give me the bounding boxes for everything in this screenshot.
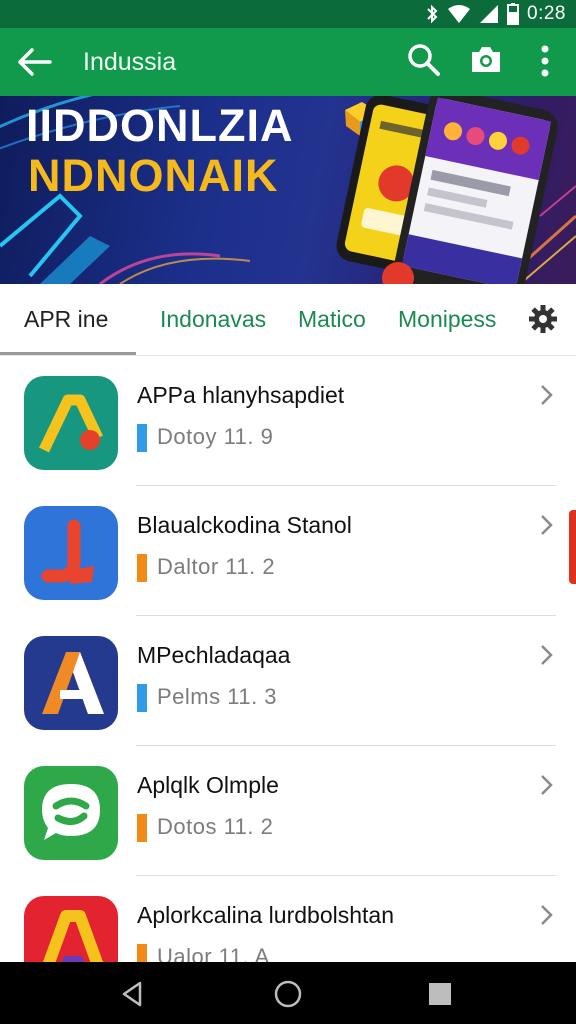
app-name: MPechladaqaa <box>137 642 291 668</box>
app-title: Indussia <box>83 48 177 76</box>
more-vert-icon <box>541 45 549 77</box>
status-time: 0:28 <box>527 3 566 24</box>
app-bar: Indussia <box>0 28 576 96</box>
category-tab-bar: APR ine Indonavas Matico Monipess <box>0 284 576 356</box>
version-marker <box>137 554 147 582</box>
app-meta: Dotoy 11. 9 <box>157 424 274 449</box>
status-icons: 0:28 <box>425 3 566 25</box>
edge-scroll-tab[interactable] <box>569 510 576 584</box>
camera-icon <box>472 47 500 72</box>
a-logo-teal-icon <box>24 376 118 470</box>
wifi-icon <box>448 5 471 23</box>
app-meta: Pelms 11. 3 <box>157 684 278 709</box>
app-meta: Daltor 11. 2 <box>157 554 276 579</box>
promo-banner[interactable]: IIDDONLZIA NDNONAIK <box>0 96 576 284</box>
search-button[interactable] <box>406 42 442 78</box>
app-list-item[interactable]: Blaualckodina Stanol Daltor 11. 2 <box>0 486 576 616</box>
tab-monipess[interactable]: Monipess <box>398 306 496 333</box>
a-logo-navy-icon <box>24 636 118 730</box>
tab-apr[interactable]: APR ine <box>24 306 108 333</box>
app-name: Aplqlk Olmple <box>137 772 279 798</box>
chevron-right-icon <box>541 385 553 405</box>
j-logo-blue-icon <box>24 506 118 600</box>
app-list-item[interactable]: APPa hlanyhsapdiet Dotoy 11. 9 <box>0 356 576 486</box>
camera-button[interactable] <box>468 42 504 78</box>
bluetooth-icon <box>427 4 438 24</box>
app-name: Aplorkcalina lurdbolshtan <box>137 902 394 928</box>
more-options-button[interactable] <box>532 42 558 80</box>
gear-icon <box>529 305 557 333</box>
nav-recents-icon[interactable] <box>428 982 452 1006</box>
banner-heading-line1: IIDDONLZIA <box>26 100 294 151</box>
app-list-item[interactable]: Aplqlk Olmple Dotos 11. 2 <box>0 746 576 876</box>
battery-icon <box>507 3 520 25</box>
nav-home-icon[interactable] <box>273 979 303 1009</box>
chevron-right-icon <box>541 645 553 665</box>
chevron-right-icon <box>541 515 553 535</box>
app-name: APPa hlanyhsapdiet <box>137 382 345 408</box>
signal-icon <box>480 5 499 23</box>
status-bar: 0:28 <box>0 0 576 28</box>
banner-heading-line2: NDNONAIK <box>28 150 279 201</box>
chevron-right-icon <box>541 775 553 795</box>
chat-logo-green-icon <box>24 766 118 860</box>
tab-selected-indicator <box>0 352 136 355</box>
version-marker <box>137 684 147 712</box>
back-button[interactable] <box>14 44 54 80</box>
tab-indonavas[interactable]: Indonavas <box>160 306 266 333</box>
app-meta: Dotos 11. 2 <box>157 814 274 839</box>
version-marker <box>137 424 147 452</box>
chevron-right-icon <box>541 905 553 925</box>
search-icon <box>408 44 440 76</box>
app-name: Blaualckodina Stanol <box>137 512 352 538</box>
version-marker <box>137 814 147 842</box>
tab-matico[interactable]: Matico <box>298 306 366 333</box>
back-arrow-icon <box>18 48 52 76</box>
nav-back-icon[interactable] <box>118 980 146 1008</box>
settings-button[interactable] <box>528 304 558 334</box>
app-list-item[interactable]: MPechladaqaa Pelms 11. 3 <box>0 616 576 746</box>
system-nav-bar <box>0 962 576 1024</box>
